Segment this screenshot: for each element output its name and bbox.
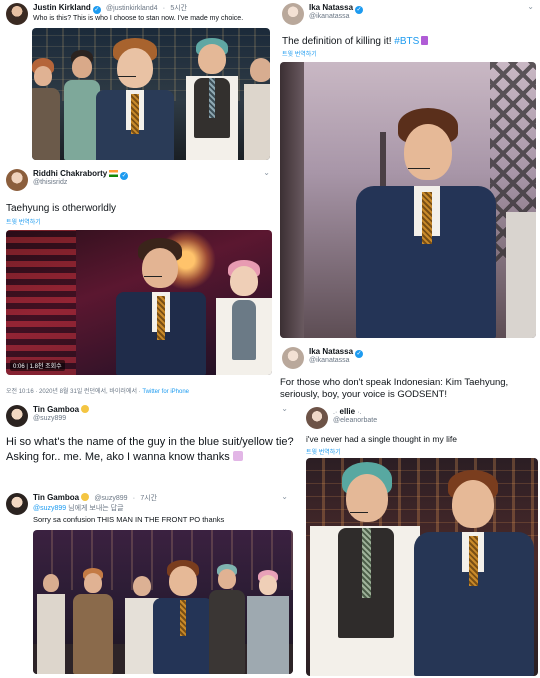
person-center [96,38,174,160]
handle[interactable]: @suzy899 [33,415,66,422]
tweet-ika-2: Ika Natassa ✓ @ikanatassa For those who d… [276,344,540,404]
person-5 [209,564,245,674]
video-stats: 0:06 | 1.8천 조회수 [10,360,65,371]
display-name[interactable]: Tin Gamboa [33,493,79,502]
tweet-justin: Justin Kirkland ✓ @justinkirkland4 · 5시간 … [0,0,276,166]
tweet-video[interactable]: 0:06 | 1.8천 조회수 [6,230,272,375]
tweet-text-block: Hi so what's the name of the guy in the … [6,435,296,465]
person-center [350,108,500,338]
tweet-riddhi: Riddhi Chakraborty ✓ @thisisridz ⌄ Taehyu… [0,166,276,400]
tweet-header: Tin Gamboa @suzy899 ⌄ [0,402,300,432]
tweet-header: Ika Natassa ✓ @ikanatassa [276,344,540,374]
person-center [153,560,213,674]
avatar[interactable] [6,405,28,427]
tweet-text: Sorry sa confusion THIS MAN IN THE FRONT… [33,515,225,524]
chevron-down-icon[interactable]: ⌄ [263,168,270,177]
tweet-ika-1: Ika Natassa ✓ @ikanatassa ⌄ The definitio… [276,0,540,344]
display-name[interactable]: Justin Kirkland [33,3,91,12]
person-2 [73,568,113,674]
name-line: Justin Kirkland ✓ @justinkirkland4 · 5시간 [33,3,187,14]
avatar[interactable] [282,3,304,25]
separator: · [132,495,136,502]
avatar[interactable] [306,407,328,429]
verified-badge-icon: ✓ [355,6,364,14]
reply-suffix: 님에게 보내는 답글 [68,505,124,512]
display-name[interactable]: ellie [340,407,356,416]
tweet-header: Ika Natassa ✓ @ikanatassa ⌄ [276,0,540,30]
verified-badge-icon: ✓ [120,172,129,180]
display-name[interactable]: Ika Natassa [309,3,353,12]
timestamp[interactable]: 오전 10:16 · 2020년 8월 31일 런던에서, 바이러에서 · [6,389,141,395]
name-line: Tin Gamboa [33,405,90,414]
facepalm-icon [232,451,243,461]
person-right-2 [244,58,270,160]
tweet-text: Taehyung is otherworldly [6,203,117,214]
india-flag-icon [109,170,119,177]
tweet-text: i've never had a single thought in my li… [306,434,457,444]
tweet-header: Riddhi Chakraborty ✓ @thisisridz ⌄ [0,166,276,196]
tweet-text: Hi so what's the name of the guy in the … [6,436,294,463]
tweet-meta: 오전 10:16 · 2020년 8월 31일 런던에서, 바이러에서 · Tw… [6,386,189,395]
translate-link[interactable]: 트윗 번역하기 [306,447,341,456]
person-left-1 [32,58,60,160]
name-suffix: ·. [357,409,362,416]
chevron-down-icon[interactable]: ⌄ [527,2,534,11]
display-name[interactable]: Tin Gamboa [33,405,79,414]
avatar[interactable] [282,347,304,369]
tweet-media[interactable] [280,62,536,338]
tweet-media[interactable] [306,458,538,676]
tweet-media[interactable] [32,28,270,160]
name-line: Tin Gamboa @suzy899 · 7시간 [33,493,157,503]
hashtag-link[interactable]: #BTS [394,36,419,47]
avatar[interactable] [6,3,28,25]
reply-to-link[interactable]: @suzy899 [33,505,66,512]
tweet-header: Justin Kirkland ✓ @justinkirkland4 · 5시간 … [0,0,276,30]
tweet-tin-1: Tin Gamboa @suzy899 ⌄ Hi so what's the n… [0,402,300,490]
person-right [414,470,534,676]
avatar[interactable] [6,169,28,191]
tweet-text: Who is this? This is who I choose to sta… [33,15,244,22]
avatar[interactable] [6,493,28,515]
person-1 [37,574,65,674]
tweet-text-line: The definition of killing it! #BTS [282,35,429,49]
name-prefix: .· [333,409,338,416]
handle[interactable]: @thisisridz [33,179,67,186]
verified-badge-icon: ✓ [355,350,364,358]
tweet-text: The definition of killing it! [282,36,392,47]
translate-link[interactable]: 트윗 번역하기 [282,49,317,58]
separator: · [162,5,166,12]
tweet-header: .· ellie ·. @eleanorbate [300,404,540,434]
person-right-1 [182,38,242,160]
chevron-down-icon[interactable]: ⌄ [281,492,288,501]
timestamp[interactable]: 5시간 [170,5,187,12]
person-center [116,238,206,375]
timestamp[interactable]: 7시간 [140,495,157,502]
tweet-tin-2: Tin Gamboa @suzy899 · 7시간 @suzy899 님에게 보… [0,490,300,678]
translate-link[interactable]: 트윗 번역하기 [6,217,41,226]
tweet-media[interactable] [33,530,293,674]
handle[interactable]: @ikanatassa [309,357,350,364]
person-left [310,462,420,676]
purple-heart-icon [421,36,429,45]
verified-badge-icon: ✓ [92,6,101,14]
handle[interactable]: @ikanatassa [309,13,350,20]
reply-context: @suzy899 님에게 보내는 답글 [33,503,124,513]
chevron-down-icon[interactable]: ⌄ [281,404,288,413]
person-right [216,260,272,375]
handle[interactable]: @eleanorbate [333,417,377,424]
sunflower-icon [81,405,90,413]
tweet-ellie: .· ellie ·. @eleanorbate i've never had … [300,404,540,678]
sunflower-icon [81,493,90,501]
person-6 [247,570,289,674]
name-line: .· ellie ·. [333,407,362,416]
handle[interactable]: @justinkirkland4 [106,5,157,12]
client-link[interactable]: Twitter for iPhone [142,389,189,395]
handle[interactable]: @suzy899 [94,495,127,502]
tweet-text: For those who don't speak Indonesian: Ki… [280,377,509,400]
display-name[interactable]: Riddhi Chakraborty [33,169,107,178]
display-name[interactable]: Ika Natassa [309,347,353,356]
